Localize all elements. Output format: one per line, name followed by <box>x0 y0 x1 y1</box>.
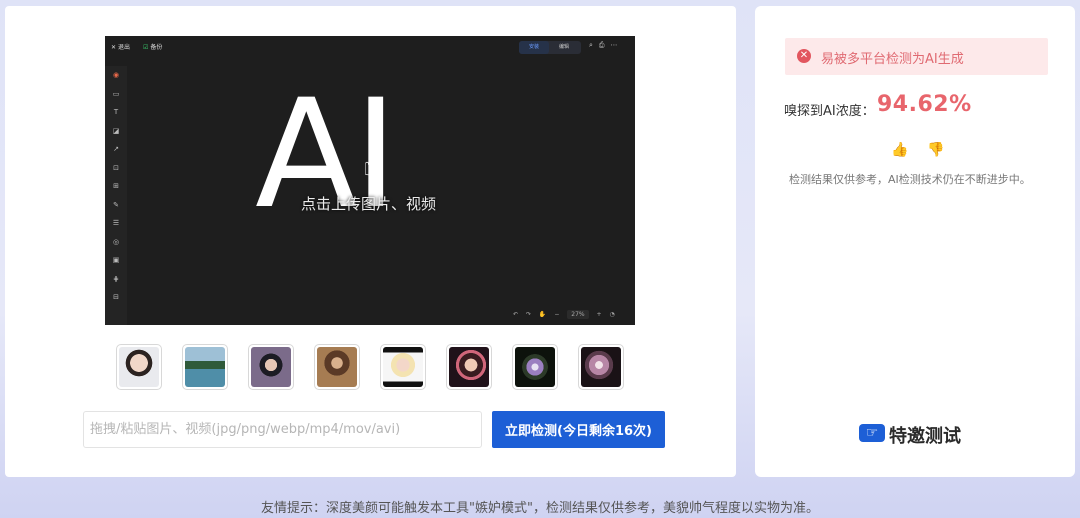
thumbnail-image <box>449 347 489 387</box>
pen-icon: ↗ <box>113 145 119 153</box>
footer-tip: 友情提示：深度美颜可能触发本工具"嫉妒模式"，检测结果仅供参考，美貌帅气程度以实… <box>261 501 819 516</box>
zoom-level: 27% <box>567 310 589 319</box>
sample-thumbnail[interactable] <box>248 344 294 390</box>
sample-thumbnail[interactable] <box>446 344 492 390</box>
thumbnail-image <box>383 347 423 387</box>
score-label: 嗅探到AI浓度： <box>784 104 875 119</box>
preview-sidebar: ◉ ▭ T ◪ ↗ ⊡ ⊞ ✎ ☰ ◎ ▣ ⋕ ⊟ <box>105 66 127 325</box>
invite-hand-icon: ☞ <box>859 424 885 442</box>
score-value: 94.62% <box>877 92 972 117</box>
invite-label: 特邀测试 <box>889 426 961 447</box>
thumbnail-image <box>251 347 291 387</box>
circle-icon: ◎ <box>112 237 120 246</box>
hand-pointer-icon: ☝ <box>363 146 383 184</box>
preview-exit-button: ✕ 退出 <box>111 44 130 51</box>
thumbnail-image <box>185 347 225 387</box>
sample-thumbnails <box>116 344 636 390</box>
more-icon: ⊟ <box>113 293 119 301</box>
image-icon: ▣ <box>112 256 120 264</box>
thumbnail-image <box>317 347 357 387</box>
thumbnail-image <box>119 347 159 387</box>
undo-icon: ↶ <box>513 311 519 318</box>
upload-hint-text: 点击上传图片、视频 <box>301 195 437 213</box>
preview-tools-icons: ⌕⎙⋯ <box>589 41 624 49</box>
preview-save-label: 备份 <box>150 44 163 51</box>
thumbnail-image <box>515 347 555 387</box>
check-icon: ☑ <box>143 44 149 51</box>
preview-bottom-bar: ↶ ↷ ✋ − 27% + ◔ <box>513 310 621 322</box>
rectangle-icon: ▭ <box>112 89 120 98</box>
logo-icon: ◉ <box>112 71 120 79</box>
grid-icon: ⋕ <box>113 274 119 283</box>
preview-exit-label: 退出 <box>117 44 130 51</box>
preview-mode-tab: 编辑 <box>558 44 569 50</box>
alert-text: 易被多平台检测为AI生成 <box>821 52 964 67</box>
zoom-out-icon: − <box>554 311 560 318</box>
help-icon: ◔ <box>609 311 615 318</box>
thumbs-up-icon[interactable]: 👍 <box>891 142 908 158</box>
detect-button[interactable]: 立即检测(今日剩余16次) <box>492 411 665 448</box>
preview-mode-switch: 安装 编辑 <box>519 41 581 54</box>
sample-thumbnail[interactable] <box>314 344 360 390</box>
preview-save-button: ☑ 备份 <box>143 42 162 51</box>
close-circle-icon: ✕ <box>797 49 811 63</box>
result-panel: ✕ 易被多平台检测为AI生成 嗅探到AI浓度： 94.62% 👍 👎 检测结果仅… <box>755 6 1075 477</box>
list-icon: ☰ <box>112 219 120 227</box>
frame-icon: ⊡ <box>113 163 119 172</box>
sample-thumbnail[interactable] <box>380 344 426 390</box>
note-icon: ◪ <box>112 126 120 135</box>
text-icon: T <box>113 108 119 116</box>
ai-warning-alert: ✕ 易被多平台检测为AI生成 <box>785 38 1048 75</box>
zoom-in-icon: + <box>596 311 602 318</box>
sample-thumbnail[interactable] <box>116 344 162 390</box>
hand-icon: ✋ <box>538 311 547 318</box>
result-disclaimer: 检测结果仅供参考，AI检测技术仍在不断进步中。 <box>789 173 1031 186</box>
detection-panel: ✕ 退出 ☑ 备份 安装 编辑 ⌕⎙⋯ ◉ ▭ T ◪ ↗ ⊡ ⊞ ✎ ☰ ◎ ▣… <box>5 6 736 477</box>
preview-mode-tab: 安装 <box>519 41 549 54</box>
sample-thumbnail[interactable] <box>578 344 624 390</box>
redo-icon: ↷ <box>525 311 531 318</box>
preview-toolbar: ✕ 退出 ☑ 备份 安装 编辑 ⌕⎙⋯ <box>105 36 635 58</box>
thumbs-down-icon[interactable]: 👎 <box>927 142 944 158</box>
upload-url-input[interactable] <box>83 411 482 448</box>
table-icon: ⊞ <box>113 182 119 190</box>
thumbnail-image <box>581 347 621 387</box>
upload-preview-area[interactable]: ✕ 退出 ☑ 备份 安装 编辑 ⌕⎙⋯ ◉ ▭ T ◪ ↗ ⊡ ⊞ ✎ ☰ ◎ ▣… <box>105 36 635 325</box>
sample-thumbnail[interactable] <box>512 344 558 390</box>
sample-thumbnail[interactable] <box>182 344 228 390</box>
pencil-icon: ✎ <box>113 200 119 209</box>
